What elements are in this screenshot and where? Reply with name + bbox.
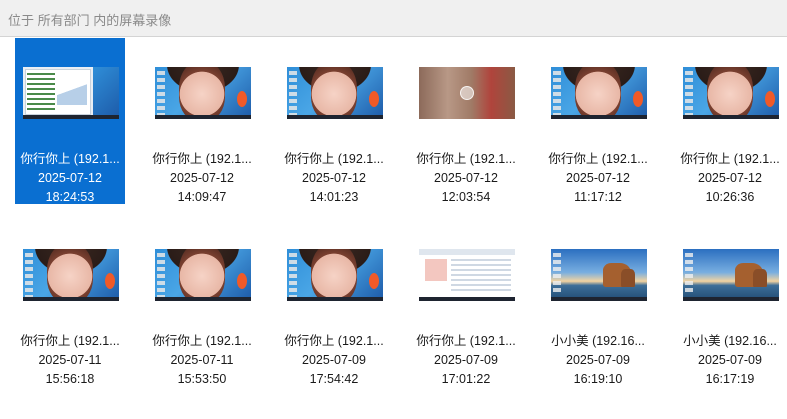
tile-time: 15:53:50 [177,372,227,386]
tile-label: 你行你上 (192.1... 2025-07-12 11:17:12 [543,150,653,207]
recording-tile[interactable]: 你行你上 (192.1... 2025-07-11 15:56:18 [15,220,125,386]
tile-name: 你行你上 (192.1... [20,334,120,348]
recording-thumbnail [23,249,119,301]
recording-tile[interactable]: 你行你上 (192.1... 2025-07-09 17:54:42 [279,220,389,386]
tile-time: 18:24:53 [45,190,95,204]
tile-date: 2025-07-12 [170,171,234,185]
tile-label: 你行你上 (192.1... 2025-07-09 17:01:22 [411,332,521,389]
recording-tile[interactable]: 小小美 (192.16... 2025-07-09 16:19:10 [543,220,653,386]
search-placeholder: 位于 所有部门 内的屏幕录像 [8,13,172,28]
recording-tile[interactable]: 你行你上 (192.1... 2025-07-12 11:17:12 [543,38,653,204]
tile-label: 小小美 (192.16... 2025-07-09 16:19:10 [543,332,653,389]
tile-time: 16:19:10 [573,372,623,386]
tile-time: 17:01:22 [441,372,491,386]
tile-time: 14:09:47 [177,190,227,204]
tile-label: 你行你上 (192.1... 2025-07-12 14:09:47 [147,150,257,207]
tile-name: 你行你上 (192.1... [680,152,780,166]
tile-time: 15:56:18 [45,372,95,386]
tile-label: 你行你上 (192.1... 2025-07-09 17:54:42 [279,332,389,389]
tile-name: 小小美 (192.16... [551,334,645,348]
recording-grid: 你行你上 (192.1... 2025-07-12 18:24:53 你行你上 (19… [0,37,787,419]
tile-name: 你行你上 (192.1... [548,152,648,166]
tile-time: 10:26:36 [705,190,755,204]
tile-name: 你行你上 (192.1... [284,334,384,348]
recording-thumbnail [23,67,119,119]
tile-label: 你行你上 (192.1... 2025-07-12 10:26:36 [675,150,785,207]
recording-thumbnail [287,249,383,301]
tile-label: 你行你上 (192.1... 2025-07-11 15:53:50 [147,332,257,389]
tile-time: 14:01:23 [309,190,359,204]
tile-label: 你行你上 (192.1... 2025-07-11 15:56:18 [15,332,125,389]
tile-date: 2025-07-11 [38,353,102,367]
tile-date: 2025-07-12 [698,171,762,185]
tile-date: 2025-07-09 [698,353,762,367]
recording-thumbnail [683,249,779,301]
search-bar[interactable]: 位于 所有部门 内的屏幕录像 [0,0,787,37]
recording-tile[interactable]: 你行你上 (192.1... 2025-07-12 14:09:47 [147,38,257,204]
tile-name: 你行你上 (192.1... [20,152,120,166]
recording-thumbnail [155,249,251,301]
tile-name: 你行你上 (192.1... [416,152,516,166]
tile-date: 2025-07-09 [566,353,630,367]
tile-time: 11:17:12 [574,190,622,204]
recording-thumbnail [683,67,779,119]
tile-date: 2025-07-12 [566,171,630,185]
recording-thumbnail [419,67,515,119]
tile-name: 你行你上 (192.1... [152,152,252,166]
recording-tile[interactable]: 你行你上 (192.1... 2025-07-12 10:26:36 [675,38,785,204]
tile-name: 你行你上 (192.1... [416,334,516,348]
tile-date: 2025-07-12 [38,171,102,185]
recording-tile[interactable]: 你行你上 (192.1... 2025-07-11 15:53:50 [147,220,257,386]
tile-date: 2025-07-12 [434,171,498,185]
tile-time: 12:03:54 [441,190,491,204]
recording-tile[interactable]: 小小美 (192.16... 2025-07-09 16:17:19 [675,220,785,386]
recording-tile[interactable]: 你行你上 (192.1... 2025-07-12 14:01:23 [279,38,389,204]
recording-tile[interactable]: 你行你上 (192.1... 2025-07-09 17:01:22 [411,220,521,386]
tile-time: 16:17:19 [705,372,755,386]
play-icon [460,86,474,100]
tile-time: 17:54:42 [309,372,359,386]
tile-date: 2025-07-12 [302,171,366,185]
recording-thumbnail [287,67,383,119]
tile-label: 小小美 (192.16... 2025-07-09 16:17:19 [675,332,785,389]
tile-name: 你行你上 (192.1... [284,152,384,166]
recording-thumbnail [551,67,647,119]
recording-thumbnail [155,67,251,119]
recording-thumbnail [419,249,515,301]
tile-name: 小小美 (192.16... [683,334,777,348]
tile-label: 你行你上 (192.1... 2025-07-12 12:03:54 [411,150,521,207]
tile-date: 2025-07-09 [302,353,366,367]
tile-date: 2025-07-11 [170,353,234,367]
tile-name: 你行你上 (192.1... [152,334,252,348]
tile-label: 你行你上 (192.1... 2025-07-12 18:24:53 [15,150,125,207]
tile-date: 2025-07-09 [434,353,498,367]
tile-label: 你行你上 (192.1... 2025-07-12 14:01:23 [279,150,389,207]
recording-tile[interactable]: 你行你上 (192.1... 2025-07-12 12:03:54 [411,38,521,204]
recording-tile[interactable]: 你行你上 (192.1... 2025-07-12 18:24:53 [15,38,125,204]
recording-thumbnail [551,249,647,301]
